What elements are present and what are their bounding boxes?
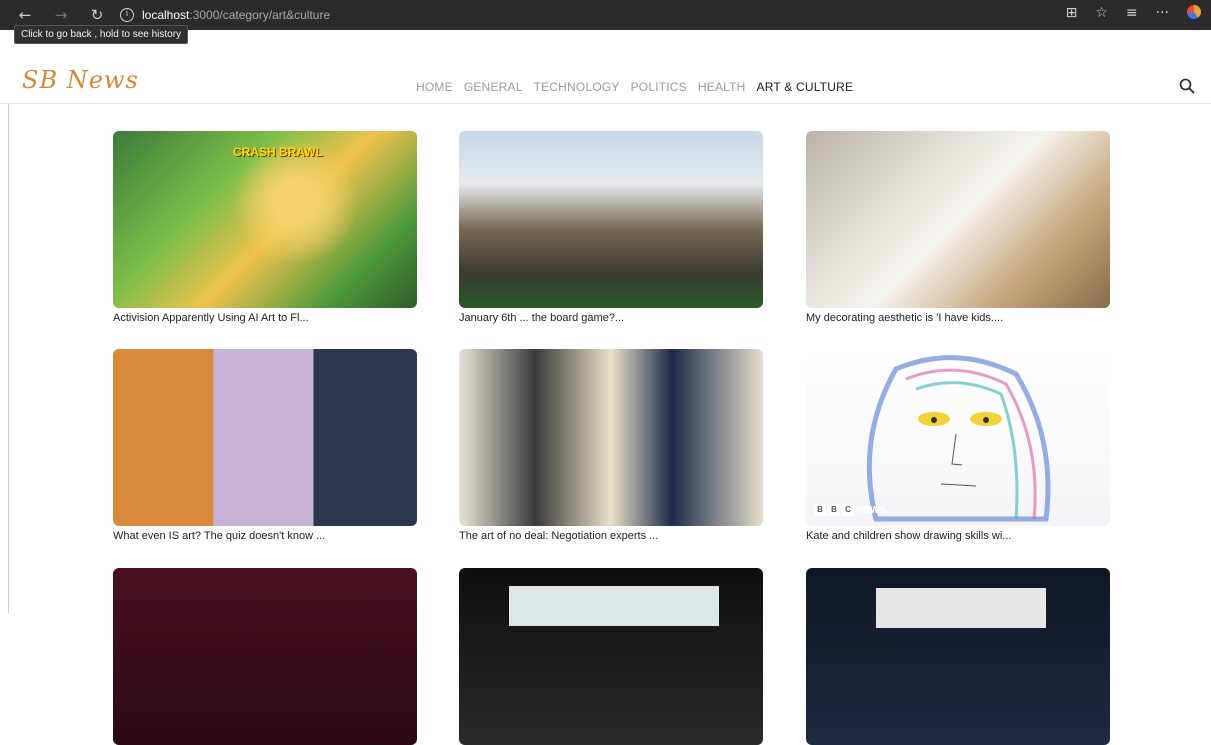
search-icon[interactable] [1179,78,1195,94]
site-header: SB News HOME GENERAL TECHNOLOGY POLITICS… [0,40,1211,104]
article-thumbnail[interactable] [459,131,763,308]
article-thumbnail[interactable] [459,568,763,745]
thumbnail-screen [509,586,719,626]
favorites-list-icon[interactable]: ≡ [1126,5,1138,21]
url-path: :3000/category/art&culture [189,8,331,22]
bbc-news-watermark: BBC NEWS [814,504,886,516]
page-border [8,104,9,613]
article-thumbnail[interactable]: CRASH BRAWL [113,131,417,308]
extension-icon[interactable] [1187,5,1201,19]
nav-art-culture[interactable]: ART & CULTURE [757,80,854,94]
split-screen-icon[interactable]: ⊞ [1066,5,1078,21]
article-thumbnail[interactable] [113,568,417,745]
reload-button[interactable]: ↻ [86,6,108,24]
article-thumbnail[interactable] [806,131,1110,308]
favorite-star-icon[interactable]: ☆ [1095,5,1108,21]
article-card[interactable] [113,568,417,745]
article-card[interactable]: CRASH BRAWL Activision Apparently Using … [113,131,417,324]
browser-actions: ⊞ ☆ ≡ ··· [1066,5,1201,21]
nav-general[interactable]: GENERAL [464,80,523,94]
article-title[interactable]: January 6th ... the board game?... [459,312,763,324]
article-thumbnail[interactable] [459,349,763,526]
article-card[interactable]: BBC NEWS Kate and children show drawing … [806,349,1110,542]
main-nav: HOME GENERAL TECHNOLOGY POLITICS HEALTH … [416,80,853,94]
article-card[interactable]: The art of no deal: Negotiation experts … [459,349,763,542]
address-bar[interactable]: i localhost :3000/category/art&culture [120,6,330,24]
article-title[interactable]: My decorating aesthetic is 'I have kids.… [806,312,1110,324]
article-card[interactable] [459,568,763,745]
article-card[interactable]: My decorating aesthetic is 'I have kids.… [806,131,1110,324]
article-title[interactable]: Activision Apparently Using AI Art to Fl… [113,312,417,324]
site-info-icon[interactable]: i [120,8,134,22]
article-thumbnail[interactable] [113,349,417,526]
article-title[interactable]: The art of no deal: Negotiation experts … [459,530,763,542]
forward-button[interactable]: → [50,6,72,24]
article-title[interactable]: Kate and children show drawing skills wi… [806,530,1110,542]
nav-politics[interactable]: POLITICS [631,80,687,94]
article-thumbnail[interactable]: BBC NEWS [806,349,1110,526]
article-card[interactable]: January 6th ... the board game?... [459,131,763,324]
drawing-illustration [866,355,1051,522]
article-card[interactable]: What even IS art? The quiz doesn't know … [113,349,417,542]
back-button[interactable]: ← [14,6,36,24]
more-options-icon[interactable]: ··· [1156,5,1169,21]
thumbnail-screen [876,588,1046,628]
nav-health[interactable]: HEALTH [698,80,746,94]
nav-technology[interactable]: TECHNOLOGY [534,80,620,94]
article-thumbnail[interactable] [806,568,1110,745]
nav-home[interactable]: HOME [416,80,453,94]
url-host: localhost [142,8,190,22]
article-card[interactable] [806,568,1110,745]
article-title[interactable]: What even IS art? The quiz doesn't know … [113,530,417,542]
thumbnail-text: CRASH BRAWL [233,145,323,159]
watermark-text: NEWS [856,504,886,516]
site-logo[interactable]: SB News [22,66,139,94]
